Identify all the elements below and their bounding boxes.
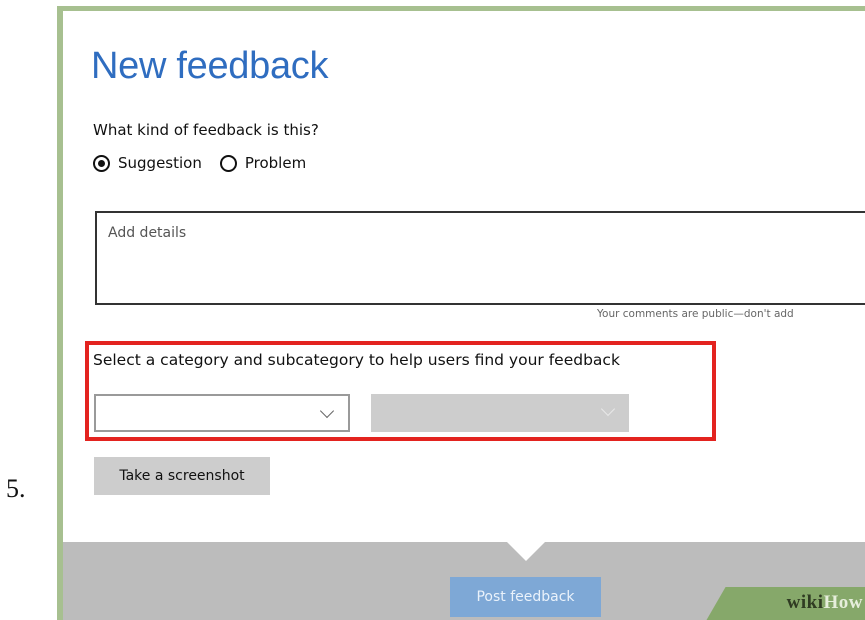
suggestion-radio-button[interactable] xyxy=(93,154,110,172)
take-screenshot-button[interactable]: Take a screenshot xyxy=(94,457,270,495)
feedback-type-question: What kind of feedback is this? xyxy=(93,121,319,139)
step-number: 5. xyxy=(6,474,26,503)
suggestion-radio-option[interactable]: Suggestion xyxy=(93,154,202,172)
footer-notch xyxy=(507,542,545,561)
suggestion-radio-label: Suggestion xyxy=(118,154,202,172)
page: 5. New feedback What kind of feedback is… xyxy=(0,0,865,620)
details-textarea[interactable]: Add details xyxy=(95,211,865,305)
category-highlight-box xyxy=(85,341,716,441)
details-placeholder: Add details xyxy=(108,225,187,241)
feedback-dialog: New feedback What kind of feedback is th… xyxy=(63,11,865,542)
feedback-type-radio-group: Suggestion Problem xyxy=(93,154,324,172)
public-comment-notice: Your comments are public—don't add xyxy=(597,308,794,320)
screenshot-frame: New feedback What kind of feedback is th… xyxy=(57,6,865,620)
problem-radio-label: Problem xyxy=(244,154,307,172)
footer-bar: Post feedback wikiHow xyxy=(63,542,865,620)
problem-radio-button[interactable] xyxy=(219,154,237,172)
wikihow-logo: wikiHow xyxy=(787,592,863,614)
page-title: New feedback xyxy=(91,45,329,87)
wikihow-logo-wiki: wiki xyxy=(786,592,824,613)
post-feedback-button[interactable]: Post feedback xyxy=(450,577,601,617)
wikihow-logo-how: How xyxy=(823,592,863,613)
problem-radio-option[interactable]: Problem xyxy=(219,154,307,172)
